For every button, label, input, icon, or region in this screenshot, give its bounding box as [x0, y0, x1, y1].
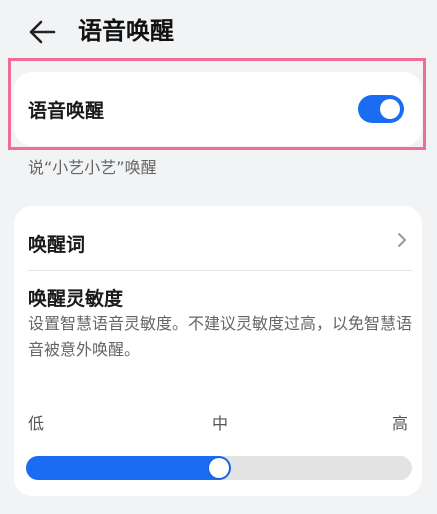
level-low-label: 低: [28, 414, 45, 433]
header: 语音唤醒: [0, 0, 437, 64]
wake-word-row[interactable]: 唤醒词: [14, 206, 422, 270]
slider-fill: [26, 456, 231, 480]
sensitivity-slider[interactable]: [26, 456, 412, 480]
level-mid-label: 中: [212, 414, 229, 433]
voice-wake-switch[interactable]: [358, 95, 404, 123]
divider: [28, 270, 412, 271]
sensitivity-description: 设置智慧语音灵敏度。不建议灵敏度过高，以免智慧语音被意外唤醒。: [28, 314, 413, 359]
slider-thumb[interactable]: [209, 458, 229, 478]
switch-knob: [380, 99, 400, 119]
wake-word-label: 唤醒词: [28, 234, 86, 256]
chevron-right-icon: [398, 233, 406, 247]
wake-hint-text: 说“小艺小艺”唤醒: [28, 158, 157, 177]
voice-wake-label: 语音唤醒: [28, 100, 105, 122]
wake-settings-card: 唤醒词 唤醒灵敏度 设置智慧语音灵敏度。不建议灵敏度过高，以免智慧语音被意外唤醒…: [14, 206, 422, 496]
back-arrow-icon[interactable]: [28, 18, 56, 46]
level-high-label: 高: [391, 414, 408, 433]
voice-wake-card: 语音唤醒: [14, 72, 422, 146]
page-title: 语音唤醒: [78, 17, 174, 45]
sensitivity-title: 唤醒灵敏度: [28, 288, 124, 310]
